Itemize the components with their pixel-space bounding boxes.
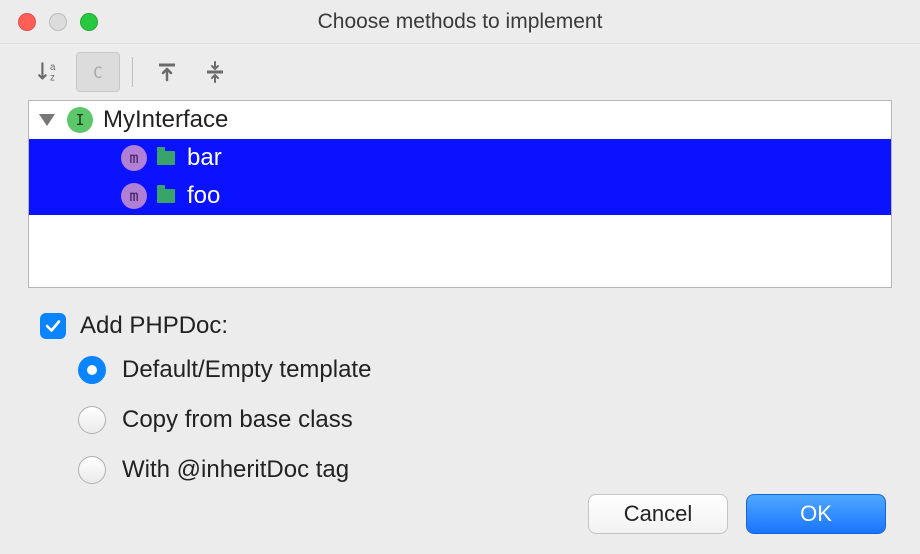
svg-text:a: a	[50, 62, 56, 73]
minimize-window-button[interactable]	[49, 13, 67, 31]
tree-method-label: foo	[187, 182, 220, 210]
phpdoc-template-radio-group: Default/Empty template Copy from base cl…	[40, 356, 880, 484]
ok-button[interactable]: OK	[746, 494, 886, 534]
svg-text:z: z	[50, 73, 55, 84]
tree-root-label: MyInterface	[103, 106, 228, 134]
sort-alpha-button[interactable]: a z	[28, 52, 72, 92]
radio-label: Copy from base class	[122, 406, 353, 434]
dialog-footer: Cancel OK	[588, 494, 886, 534]
collapse-all-button[interactable]	[193, 52, 237, 92]
radio-default-template[interactable]: Default/Empty template	[78, 356, 880, 384]
toolbar-separator	[132, 57, 133, 87]
ok-button-label: OK	[800, 501, 832, 527]
radio-button[interactable]	[78, 356, 106, 384]
add-phpdoc-checkbox[interactable]	[40, 313, 66, 339]
titlebar: Choose methods to implement	[0, 0, 920, 44]
tree-method-item[interactable]: m foo	[29, 177, 891, 215]
method-tree[interactable]: I MyInterface m bar m foo	[28, 100, 892, 288]
folder-icon	[157, 151, 175, 165]
window-title: Choose methods to implement	[0, 10, 920, 34]
expand-all-icon	[155, 60, 179, 84]
interface-icon: I	[67, 107, 93, 133]
radio-label: Default/Empty template	[122, 356, 371, 384]
method-icon: m	[121, 183, 147, 209]
tree-method-label: bar	[187, 144, 222, 172]
cancel-button-label: Cancel	[624, 501, 692, 527]
copy-javadoc-label: C	[93, 63, 103, 82]
sort-alpha-icon: a z	[37, 59, 63, 85]
radio-inheritdoc[interactable]: With @inheritDoc tag	[78, 456, 880, 484]
copy-javadoc-button[interactable]: C	[76, 52, 120, 92]
method-icon: m	[121, 145, 147, 171]
options-panel: Add PHPDoc: Default/Empty template Copy …	[0, 288, 920, 484]
close-window-button[interactable]	[18, 13, 36, 31]
check-icon	[44, 317, 62, 335]
add-phpdoc-checkbox-row[interactable]: Add PHPDoc:	[40, 312, 880, 340]
radio-button[interactable]	[78, 406, 106, 434]
maximize-window-button[interactable]	[80, 13, 98, 31]
cancel-button[interactable]: Cancel	[588, 494, 728, 534]
tree-method-item[interactable]: m bar	[29, 139, 891, 177]
folder-icon	[157, 189, 175, 203]
chevron-down-icon[interactable]	[39, 114, 55, 126]
add-phpdoc-label: Add PHPDoc:	[80, 312, 228, 340]
radio-button[interactable]	[78, 456, 106, 484]
collapse-all-icon	[203, 60, 227, 84]
radio-label: With @inheritDoc tag	[122, 456, 349, 484]
window-controls	[0, 13, 98, 31]
tree-root-item[interactable]: I MyInterface	[29, 101, 891, 139]
radio-copy-base[interactable]: Copy from base class	[78, 406, 880, 434]
toolbar: a z C	[0, 44, 920, 100]
expand-all-button[interactable]	[145, 52, 189, 92]
